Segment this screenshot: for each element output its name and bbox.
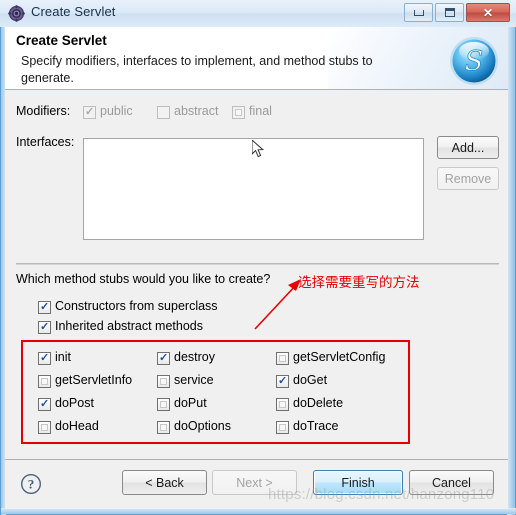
servlet-logo-icon: S xyxy=(448,35,500,87)
checkbox-abstract[interactable] xyxy=(157,106,170,119)
create-servlet-dialog: Create Servlet ✕ Create Servlet Specify … xyxy=(0,0,516,515)
annotation-text: 选择需要重写的方法 xyxy=(298,275,420,291)
watermark-text: https://blog.csdn.net/hanzong110 xyxy=(268,486,495,503)
minimize-button[interactable] xyxy=(404,3,433,22)
maximize-button[interactable] xyxy=(435,3,464,22)
checkbox-inherited-abstract-methods[interactable]: ✓ xyxy=(38,321,51,334)
dialog-header: Create Servlet Specify modifiers, interf… xyxy=(5,27,508,90)
modifier-public-label: public xyxy=(100,104,133,118)
remove-button: Remove xyxy=(437,167,499,190)
checkbox-constructors-from-superclass[interactable]: ✓ xyxy=(38,301,51,314)
option-constructors-label: Constructors from superclass xyxy=(55,299,218,313)
annotation-highlight-box xyxy=(21,340,410,444)
mouse-cursor-icon xyxy=(252,140,265,158)
interfaces-label: Interfaces: xyxy=(16,135,75,149)
svg-text:S: S xyxy=(465,46,484,77)
annotation-arrow-icon xyxy=(254,279,301,330)
svg-text:?: ? xyxy=(28,477,35,492)
section-divider xyxy=(16,263,499,265)
method-stubs-question: Which method stubs would you like to cre… xyxy=(16,272,271,286)
maximize-icon xyxy=(444,8,455,17)
gear-icon xyxy=(8,5,25,22)
close-icon: ✕ xyxy=(482,5,494,20)
page-description: Specify modifiers, interfaces to impleme… xyxy=(21,54,373,85)
option-inherited-label: Inherited abstract methods xyxy=(55,319,203,333)
back-button[interactable]: < Back xyxy=(122,470,207,495)
window-controls: ✕ xyxy=(404,3,510,22)
checkbox-public[interactable]: ✓ xyxy=(83,106,96,119)
help-icon[interactable]: ? xyxy=(20,473,42,495)
modifiers-label: Modifiers: xyxy=(16,104,71,118)
modifier-abstract-label: abstract xyxy=(174,104,219,118)
title-bar[interactable]: Create Servlet ✕ xyxy=(0,0,516,27)
frame-edge-right xyxy=(507,1,515,515)
page-title: Create Servlet xyxy=(16,33,107,48)
add-button[interactable]: Add... xyxy=(437,136,499,159)
modifier-final-label: final xyxy=(249,104,272,118)
minimize-icon xyxy=(413,9,424,16)
checkbox-final[interactable] xyxy=(232,106,245,119)
window-title: Create Servlet xyxy=(31,4,116,19)
close-button[interactable]: ✕ xyxy=(466,3,510,22)
